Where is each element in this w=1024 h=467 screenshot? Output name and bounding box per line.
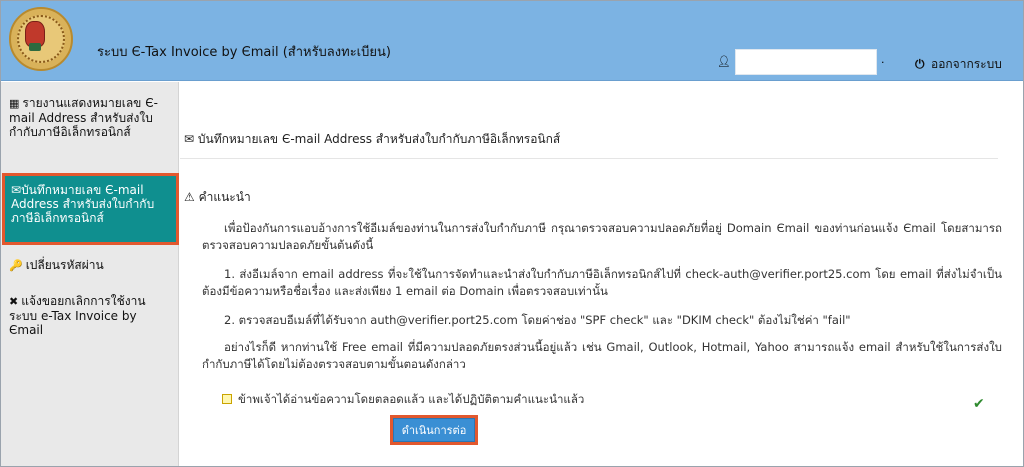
page-title: ✉ บันทึกหมายเลข Є-mail Address สำหรับส่ง…	[184, 130, 560, 149]
sidebar-item-label: รายงานแสดงหมายเลข Є-mail Address สำหรับส…	[9, 96, 158, 139]
continue-button-highlight: ดำเนินการต่อ	[390, 415, 478, 445]
sidebar: ▦ รายงานแสดงหมายเลข Є-mail Address สำหรับ…	[1, 82, 179, 466]
envelope-icon: ✉	[184, 132, 195, 146]
advice-step-1: 1. ส่งอีเมล์จาก email address ที่จะใช้ใน…	[202, 267, 1002, 298]
advice-title: คำแนะนำ	[198, 190, 251, 204]
close-icon: ✖	[9, 295, 19, 308]
sidebar-item-change-password[interactable]: 🔑 เปลี่ยนรหัสผ่าน	[9, 258, 169, 273]
advice-step-2: 2. ตรวจสอบอีเมล์ที่ได้รับจาก auth@verifi…	[224, 313, 851, 327]
checkmark-icon: ✔	[973, 396, 985, 412]
advice-paragraph-free-email: อย่างไรก็ดี หากท่านใช้ Free email ที่มีค…	[202, 340, 1002, 371]
sidebar-item-label: แจ้งขอยกเลิกการใช้งานระบบ e-Tax Invoice …	[9, 294, 146, 337]
logo-base	[29, 43, 41, 51]
divider	[180, 158, 998, 159]
user-menu-caret-icon[interactable]: ·	[881, 56, 885, 69]
user-name-field[interactable]	[735, 49, 877, 75]
sidebar-item-label: เปลี่ยนรหัสผ่าน	[25, 258, 104, 272]
acknowledge-label: ข้าพเจ้าได้อ่านข้อความโดยตลอดแล้ว และได้…	[238, 392, 585, 406]
acknowledge-checkbox[interactable]: ข้าพเจ้าได้อ่านข้อความโดยตลอดแล้ว และได้…	[222, 391, 584, 409]
warning-icon: ⚠	[184, 190, 195, 204]
sidebar-item-record-email[interactable]: ✉บันทึกหมายเลข Є-mail Address สำหรับส่งใ…	[2, 173, 179, 245]
user-icon: 👤︎	[717, 55, 731, 68]
app-title: ระบบ Є-Tax Invoice by Єmail (สำหรับลงทะเ…	[97, 45, 391, 60]
advice-heading: ⚠ คำแนะนำ	[184, 188, 251, 207]
page-title-text: บันทึกหมายเลข Є-mail Address สำหรับส่งใบ…	[197, 132, 561, 146]
app-window: ระบบ Є-Tax Invoice by Єmail (สำหรับลงทะเ…	[0, 0, 1024, 467]
sidebar-item-report[interactable]: ▦ รายงานแสดงหมายเลข Є-mail Address สำหรับ…	[9, 96, 169, 139]
power-icon: ⏻	[915, 57, 925, 71]
key-icon: 🔑	[9, 259, 23, 272]
checkbox-icon[interactable]	[222, 394, 232, 404]
header: ระบบ Є-Tax Invoice by Єmail (สำหรับลงทะเ…	[1, 1, 1023, 81]
main-content: ✉ บันทึกหมายเลข Є-mail Address สำหรับส่ง…	[180, 82, 1023, 466]
sidebar-item-cancel-service[interactable]: ✖ แจ้งขอยกเลิกการใช้งานระบบ e-Tax Invoice…	[9, 294, 169, 337]
continue-button[interactable]: ดำเนินการต่อ	[393, 418, 475, 442]
logout-label: ออกจากระบบ	[931, 57, 1002, 71]
logout-button[interactable]: ⏻ ออกจากระบบ	[915, 55, 1002, 74]
revenue-department-logo	[9, 7, 73, 71]
table-icon: ▦	[9, 97, 20, 110]
envelope-icon: ✉	[11, 183, 22, 197]
advice-paragraph-intro: เพื่อป้องกันการแอบอ้างการใช้อีเมล์ของท่า…	[202, 221, 1002, 252]
sidebar-item-label: บันทึกหมายเลข Є-mail Address สำหรับส่งใบ…	[11, 183, 155, 225]
